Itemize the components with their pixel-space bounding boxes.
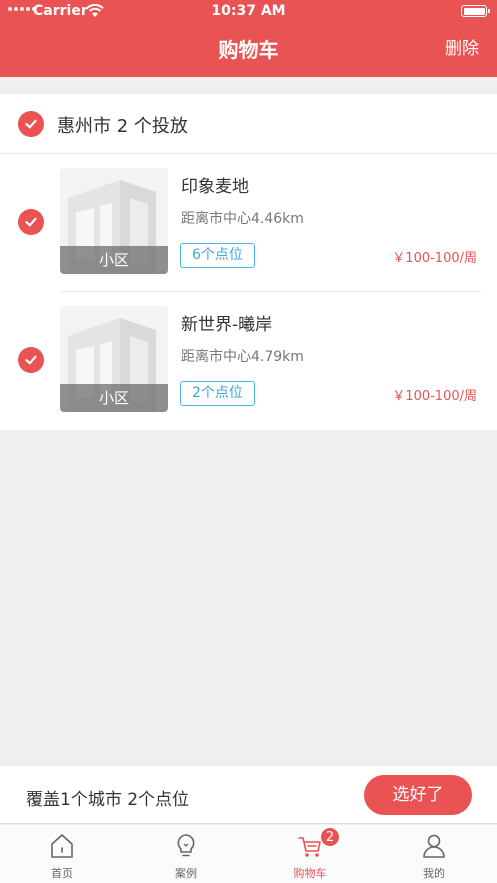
thumbnail-tag: 小区 <box>60 384 168 412</box>
item-name: 印象麦地 <box>181 177 249 197</box>
cart-count-badge: 2 <box>320 827 340 847</box>
confirm-button[interactable]: 选好了 <box>364 775 472 815</box>
tab-label: 购物车 <box>293 867 327 880</box>
status-bar: Carrier 10:37 AM <box>0 0 497 24</box>
cart-summary-bar: 覆盖1个城市 2个点位 选好了 <box>0 766 497 824</box>
check-icon[interactable] <box>18 111 44 137</box>
item-price: ￥100-100/周 <box>392 389 477 404</box>
page-title: 购物车 <box>218 38 279 62</box>
summary-text: 覆盖1个城市 2个点位 <box>26 790 190 810</box>
item-price: ￥100-100/周 <box>392 251 477 266</box>
item-thumbnail: 小区 <box>60 168 168 274</box>
check-icon[interactable] <box>18 347 44 373</box>
points-badge[interactable]: 6个点位 <box>180 243 255 268</box>
user-icon <box>423 834 445 858</box>
check-icon[interactable] <box>18 209 44 235</box>
item-distance: 距离市中心4.46km <box>181 211 304 227</box>
item-name: 新世界-曦岸 <box>181 315 273 335</box>
tab-profile[interactable]: 我的 <box>372 825 496 883</box>
clock: 10:37 AM <box>211 3 286 19</box>
tab-cases[interactable]: 案例 <box>124 825 248 883</box>
tab-label: 我的 <box>423 867 445 880</box>
item-distance: 距离市中心4.79km <box>181 349 304 365</box>
delete-button[interactable]: 删除 <box>445 34 479 59</box>
tab-label: 首页 <box>51 867 73 880</box>
city-group-label: 惠州市 2 个投放 <box>57 116 188 137</box>
cart-icon <box>298 837 321 857</box>
list-item[interactable]: 小区 新世界-曦岸 距离市中心4.79km 2个点位 ￥100-100/周 <box>0 292 497 430</box>
list-item[interactable]: 小区 印象麦地 距离市中心4.46km 6个点位 ￥100-100/周 <box>0 154 497 292</box>
lightbulb-icon <box>177 834 195 857</box>
battery-icon <box>461 5 490 17</box>
nav-header: Carrier 10:37 AM 购物车 删除 <box>0 0 497 77</box>
points-badge[interactable]: 2个点位 <box>180 381 255 406</box>
item-thumbnail: 小区 <box>60 306 168 412</box>
cart-list: 惠州市 2 个投放 小区 印象麦地 距离市中心4.46km 6个点位 ￥100-… <box>0 94 497 430</box>
home-icon <box>51 834 73 858</box>
city-group-row[interactable]: 惠州市 2 个投放 <box>0 94 497 154</box>
tab-home[interactable]: 首页 <box>0 825 124 883</box>
tab-cart[interactable]: 2 购物车 <box>248 825 372 883</box>
tab-bar: 首页 案例 2 购物车 我的 <box>0 825 497 883</box>
tab-label: 案例 <box>175 867 197 880</box>
thumbnail-tag: 小区 <box>60 246 168 274</box>
